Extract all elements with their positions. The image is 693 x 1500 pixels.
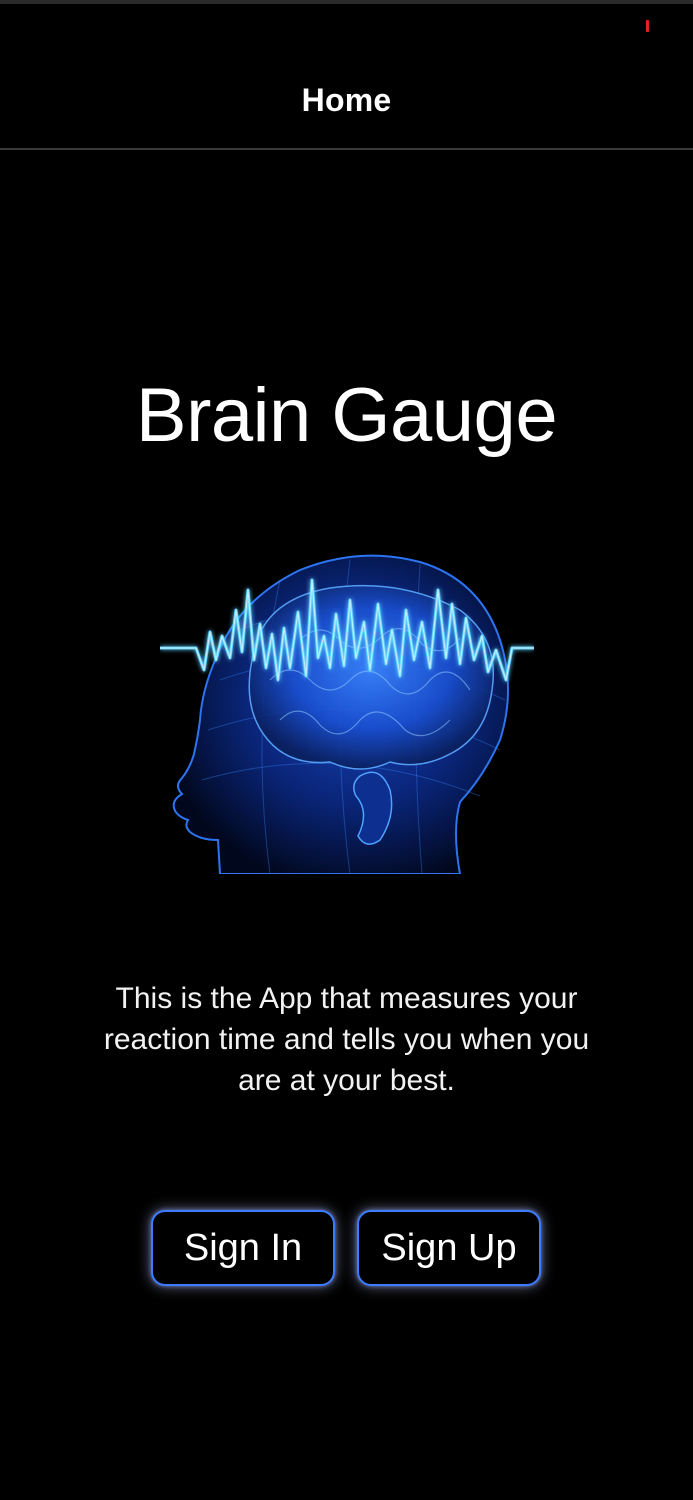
sign-in-button[interactable]: Sign In xyxy=(151,1210,335,1286)
brain-scan-wave-image xyxy=(160,540,534,874)
app-title: Brain Gauge xyxy=(135,373,558,458)
nav-title: Home xyxy=(301,82,392,118)
app-description: This is the App that measures your react… xyxy=(103,982,590,1097)
navigation-bar: Home xyxy=(0,4,693,150)
sign-up-button[interactable]: Sign Up xyxy=(357,1210,541,1286)
